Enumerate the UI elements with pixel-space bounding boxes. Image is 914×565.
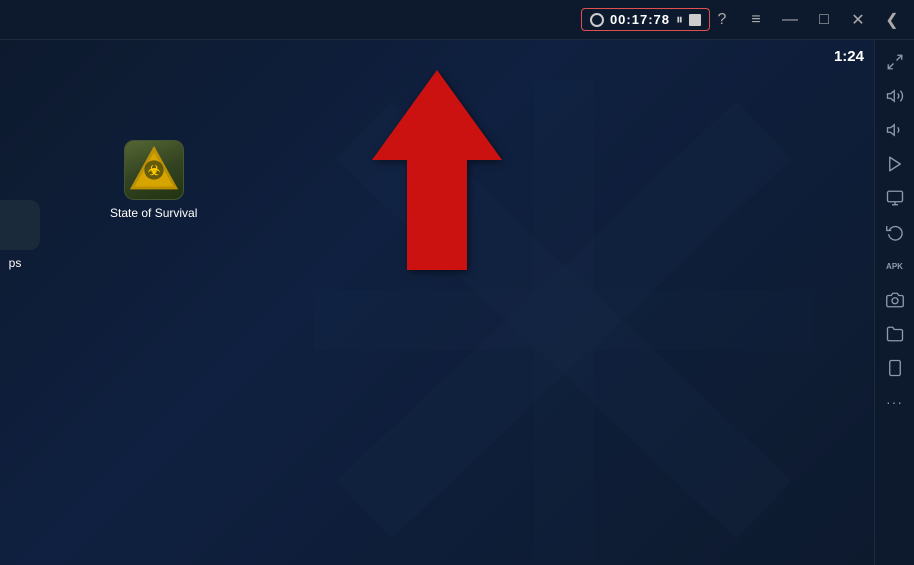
phone-button[interactable] <box>879 352 911 384</box>
expand-button[interactable] <box>879 46 911 78</box>
rotate-button[interactable] <box>879 216 911 248</box>
pause-button[interactable]: ⏸ <box>676 11 683 28</box>
expand-icon <box>886 53 904 71</box>
volume-down-button[interactable] <box>879 114 911 146</box>
more-button[interactable]: ··· <box>879 386 911 418</box>
state-of-survival-icon: ☣ <box>124 140 184 200</box>
app-icon-inner: ☣ <box>125 141 183 199</box>
title-bar: 00:17:78 ⏸ ? ≡ — □ ✕ ❮ <box>0 0 914 40</box>
state-of-survival-label: State of Survival <box>110 206 197 220</box>
state-of-survival-icon-container[interactable]: ☣ State of Survival <box>110 140 197 220</box>
play-button[interactable] <box>879 148 911 180</box>
volume-up-button[interactable] <box>879 80 911 112</box>
screenshot-button[interactable] <box>879 284 911 316</box>
arrow-svg <box>372 70 502 270</box>
apps-partial-container: ps <box>0 200 40 270</box>
play-icon <box>886 155 904 173</box>
back-button[interactable]: ❮ <box>880 8 904 32</box>
screen-icon <box>886 189 904 207</box>
timer-display: 00:17:78 <box>610 12 670 27</box>
main-area: 1:24 ps ☣ St <box>0 40 914 565</box>
stop-button[interactable] <box>689 14 701 26</box>
right-sidebar: APK ··· <box>874 40 914 565</box>
time-display: 1:24 <box>834 48 864 65</box>
rotate-icon <box>886 223 904 241</box>
folder-button[interactable] <box>879 318 911 350</box>
volume-up-icon <box>886 87 904 105</box>
apps-partial-icon <box>0 200 40 250</box>
phone-icon <box>886 359 904 377</box>
record-timer-box[interactable]: 00:17:78 ⏸ <box>581 8 710 31</box>
window-controls: ? ≡ — □ ✕ ❮ <box>710 8 904 32</box>
help-button[interactable]: ? <box>710 8 734 32</box>
minimize-button[interactable]: — <box>778 8 802 32</box>
content-area: 1:24 ps ☣ St <box>0 40 874 565</box>
app-icon-svg: ☣ <box>125 140 183 200</box>
install-button[interactable]: APK <box>879 250 911 282</box>
menu-button[interactable]: ≡ <box>744 8 768 32</box>
camera-icon <box>886 291 904 309</box>
close-button[interactable]: ✕ <box>846 8 870 32</box>
volume-down-icon <box>886 121 904 139</box>
screen-button[interactable] <box>879 182 911 214</box>
record-icon <box>590 13 604 27</box>
apps-partial-label: ps <box>9 256 22 270</box>
red-arrow-indicator <box>372 70 502 270</box>
folder-icon <box>886 325 904 343</box>
maximize-button[interactable]: □ <box>812 8 836 32</box>
svg-text:☣: ☣ <box>148 163 161 178</box>
